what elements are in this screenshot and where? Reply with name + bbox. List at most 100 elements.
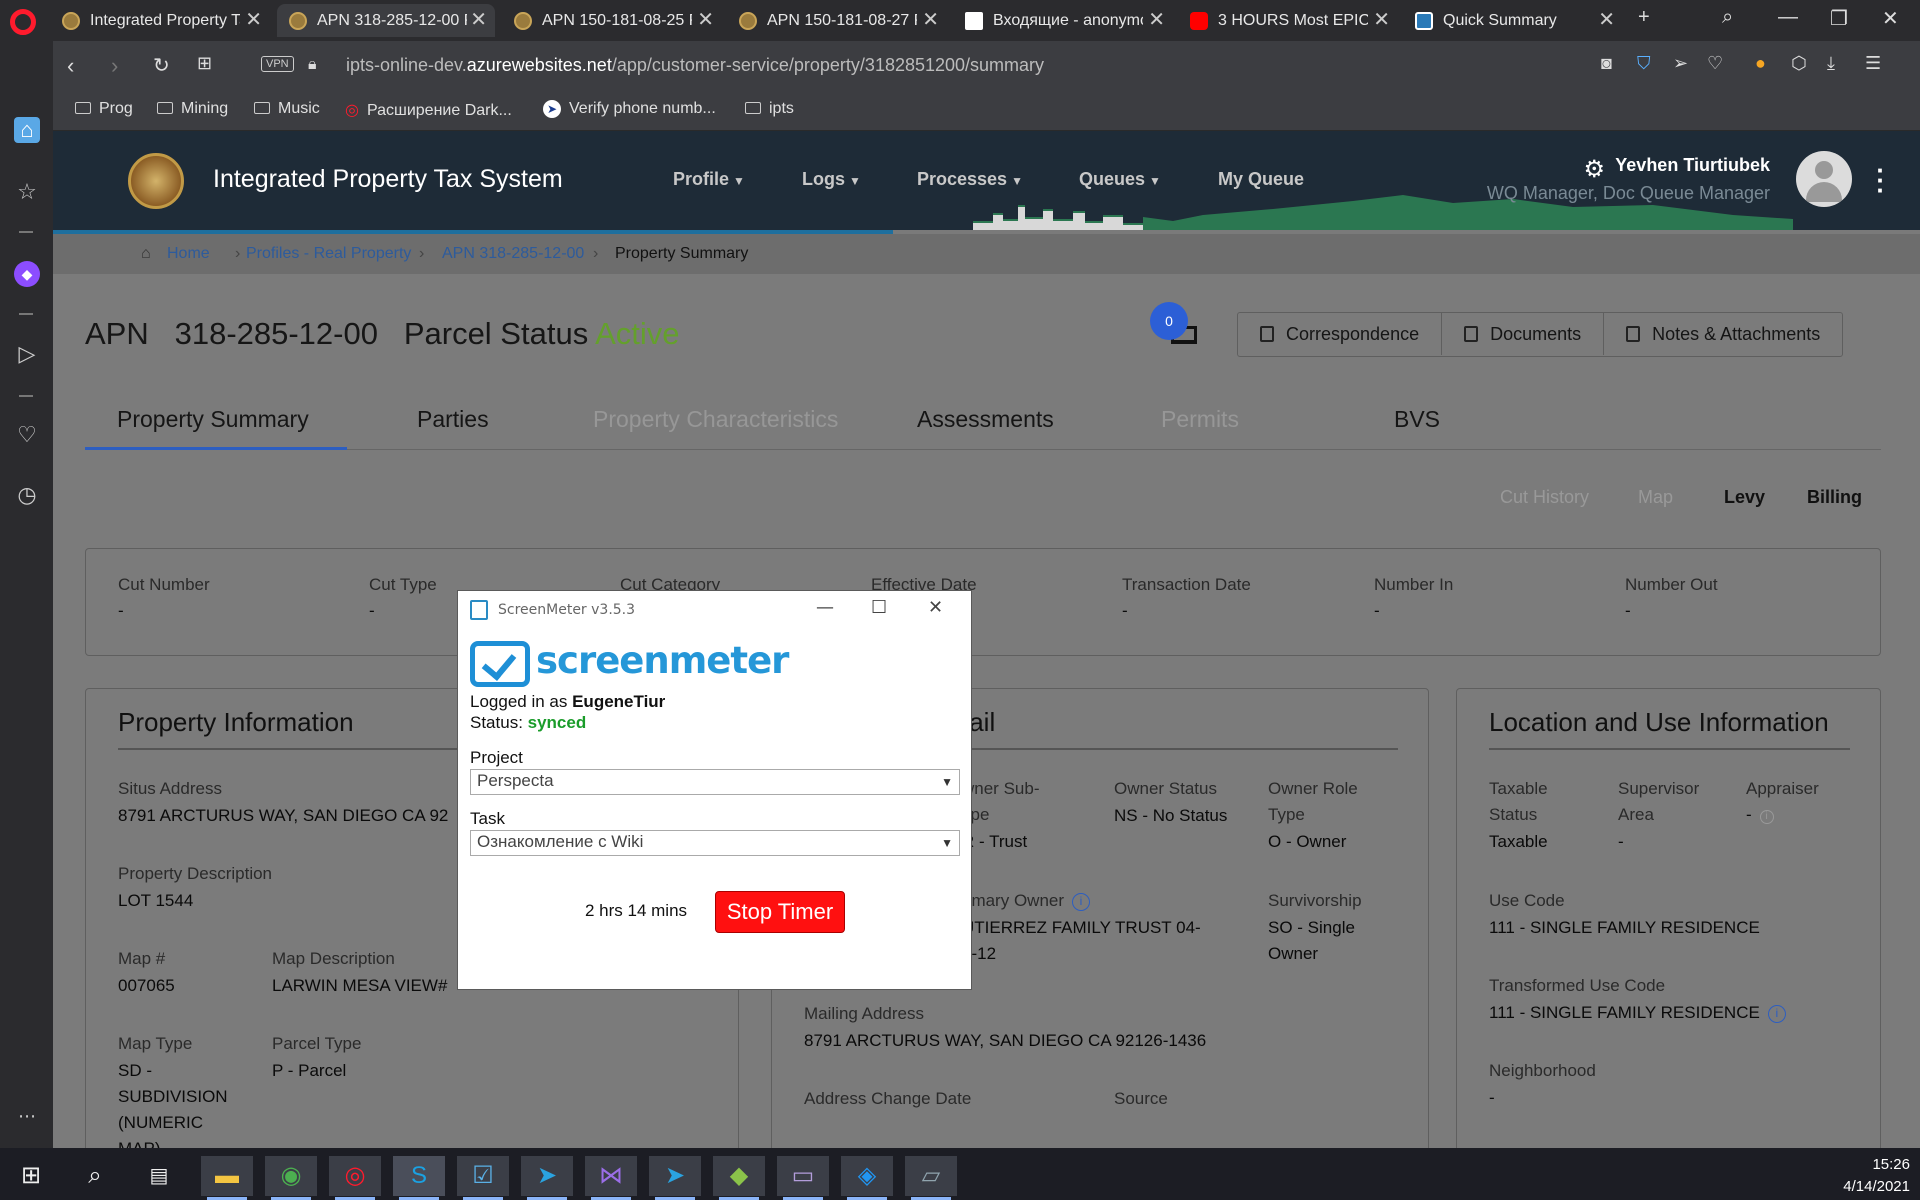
skype-icon[interactable]: S <box>393 1156 445 1200</box>
close-tab-icon[interactable]: ✕ <box>1373 4 1390 37</box>
download-icon[interactable]: ⤓ <box>1827 53 1835 74</box>
browser-tab-active[interactable]: APN 318-285-12-00 P ✕ <box>277 4 495 37</box>
menu-queues[interactable]: Queues ▼ <box>1079 169 1161 190</box>
snapshot-icon[interactable]: ◙ <box>1601 53 1612 74</box>
telegram-icon[interactable]: ➤ <box>521 1156 573 1200</box>
back-icon[interactable]: ‹ <box>67 53 74 79</box>
close-button[interactable]: ✕ <box>928 597 943 618</box>
menu-my-queue[interactable]: My Queue <box>1218 169 1304 190</box>
lock-icon[interactable]: 🔒︎ <box>308 56 317 74</box>
restore-window-button[interactable]: ❐ <box>1830 6 1848 31</box>
maps-pin-icon[interactable]: ◈ <box>841 1156 893 1200</box>
file-explorer-icon[interactable]: ▬ <box>201 1156 253 1200</box>
bookmark-star-icon[interactable]: ☆ <box>14 179 40 205</box>
map-link[interactable]: Map <box>1638 487 1673 508</box>
heart-icon[interactable]: ♡ <box>14 422 40 448</box>
new-tab-button[interactable]: + <box>1638 6 1650 29</box>
browser-tab[interactable]: 3 HOURS Most EPIC F ✕ <box>1178 4 1398 37</box>
notepad-icon[interactable]: ▱ <box>905 1156 957 1200</box>
billing-link[interactable]: Billing <box>1807 487 1862 508</box>
more-vert-icon[interactable]: · · · <box>1876 157 1885 203</box>
search-icon[interactable]: ⌕ <box>69 1156 121 1196</box>
notification-badge[interactable]: 0 <box>1150 302 1188 340</box>
close-tab-icon[interactable]: ✕ <box>1148 4 1165 37</box>
forward-icon[interactable]: › <box>111 53 118 79</box>
maximize-button[interactable]: ☐ <box>871 597 887 618</box>
task-select[interactable]: Ознакомление с Wiki ▼ <box>470 830 960 856</box>
terminal-icon[interactable]: ▭ <box>777 1156 829 1200</box>
breadcrumb-apn[interactable]: APN 318-285-12-00 <box>442 245 584 263</box>
notes-attachments-button[interactable]: Notes & Attachments <box>1604 313 1842 355</box>
bookmark-verify-phone[interactable]: ➤ Verify phone numb... <box>543 100 716 118</box>
minimize-button[interactable]: — <box>816 597 834 618</box>
info-icon[interactable]: i <box>1759 810 1774 824</box>
messenger-icon[interactable]: ◆ <box>14 261 40 287</box>
tab-bvs[interactable]: BVS <box>1394 406 1440 433</box>
project-select[interactable]: Perspecta ▼ <box>470 769 960 795</box>
windows-start-icon[interactable]: ⊞ <box>5 1156 57 1196</box>
opera-icon[interactable]: ◎ <box>329 1156 381 1200</box>
levy-link[interactable]: Levy <box>1724 487 1765 508</box>
app-title[interactable]: Integrated Property Tax System <box>213 165 563 194</box>
history-clock-icon[interactable]: ◷ <box>14 482 40 508</box>
close-tab-icon[interactable]: ✕ <box>245 4 262 37</box>
tab-property-summary[interactable]: Property Summary <box>117 406 309 433</box>
tab-property-characteristics[interactable]: Property Characteristics <box>593 406 838 433</box>
tab-grid-icon[interactable]: ⊞ <box>197 53 212 74</box>
settings-gear-icon[interactable]: ⚙ <box>1583 155 1605 184</box>
breadcrumb-home[interactable]: Home <box>167 245 210 263</box>
bookmark-folder-music[interactable]: Music <box>254 100 320 118</box>
browser-tab[interactable]: Quick Summary ✕ <box>1403 4 1623 37</box>
menu-profile[interactable]: Profile ▼ <box>673 169 745 190</box>
menu-processes[interactable]: Processes ▼ <box>917 169 1023 190</box>
browser-tab[interactable]: APN 150-181-08-27 P ✕ <box>727 4 947 37</box>
close-tab-icon[interactable]: ✕ <box>1598 4 1615 37</box>
lightbulb-icon[interactable]: ● <box>1755 53 1766 74</box>
browser-tab[interactable]: Входящие - anonymo ✕ <box>953 4 1173 37</box>
task-view-icon[interactable]: ▤ <box>133 1156 185 1196</box>
bookmark-dark-extension[interactable]: ◎ Расширение Dark... <box>345 100 512 120</box>
tab-assessments[interactable]: Assessments <box>917 406 1054 433</box>
bookmark-folder-ipts[interactable]: ipts <box>745 100 794 118</box>
documents-button[interactable]: Documents <box>1442 313 1605 355</box>
opera-menu-icon[interactable] <box>10 9 36 35</box>
browser-tab[interactable]: APN 150-181-08-25 P ✕ <box>502 4 722 37</box>
git-icon[interactable]: ◆ <box>713 1156 765 1200</box>
tab-permits[interactable]: Permits <box>1161 406 1239 433</box>
close-tab-icon[interactable]: ✕ <box>470 4 487 37</box>
cut-history-link[interactable]: Cut History <box>1500 487 1589 508</box>
reload-icon[interactable]: ↻ <box>153 53 170 78</box>
close-tab-icon[interactable]: ✕ <box>697 4 714 37</box>
system-clock[interactable]: 15:26 4/14/2021 <box>1843 1154 1910 1198</box>
screenmeter-taskbar-icon[interactable]: ☑ <box>457 1156 509 1200</box>
visual-studio-icon[interactable]: ⋈ <box>585 1156 637 1200</box>
browser-tab[interactable]: Integrated Property Ta ✕ <box>50 4 270 37</box>
user-avatar[interactable] <box>1796 151 1852 207</box>
bookmark-folder-mining[interactable]: Mining <box>157 100 228 118</box>
player-icon[interactable]: ▷ <box>14 341 40 367</box>
close-window-button[interactable]: ✕ <box>1882 6 1899 31</box>
search-tabs-icon[interactable]: ⌕ <box>1722 6 1733 29</box>
vpn-badge[interactable]: VPN <box>261 56 294 72</box>
stop-timer-button[interactable]: Stop Timer <box>715 891 845 933</box>
cube-icon[interactable]: ⬡ <box>1791 53 1807 74</box>
bookmark-folder-prog[interactable]: Prog <box>75 100 133 118</box>
url-field[interactable]: ipts-online-dev.azurewebsites.net/app/cu… <box>346 55 1044 76</box>
telegram-icon[interactable]: ➤ <box>649 1156 701 1200</box>
send-icon[interactable]: ➢ <box>1673 53 1688 74</box>
minimize-window-button[interactable]: — <box>1778 6 1798 29</box>
easy-setup-icon[interactable]: ☰ <box>1865 53 1881 74</box>
more-icon[interactable]: ⋯ <box>14 1103 40 1129</box>
home-icon[interactable]: ⌂ <box>14 117 40 143</box>
info-icon[interactable]: i <box>1767 1005 1786 1023</box>
menu-logs[interactable]: Logs ▼ <box>802 169 861 190</box>
home-icon[interactable]: ⌂ <box>141 245 151 263</box>
correspondence-button[interactable]: Correspondence <box>1238 313 1443 355</box>
heart-icon[interactable]: ♡ <box>1707 53 1723 74</box>
shield-icon[interactable]: ⛉ <box>1637 53 1651 74</box>
tab-parties[interactable]: Parties <box>417 406 489 433</box>
chrome-icon[interactable]: ◉ <box>265 1156 317 1200</box>
screenmeter-titlebar[interactable]: ScreenMeter v3.5.3 — ☐ ✕ <box>458 591 971 631</box>
county-seal-logo[interactable] <box>128 153 184 209</box>
close-tab-icon[interactable]: ✕ <box>922 4 939 37</box>
